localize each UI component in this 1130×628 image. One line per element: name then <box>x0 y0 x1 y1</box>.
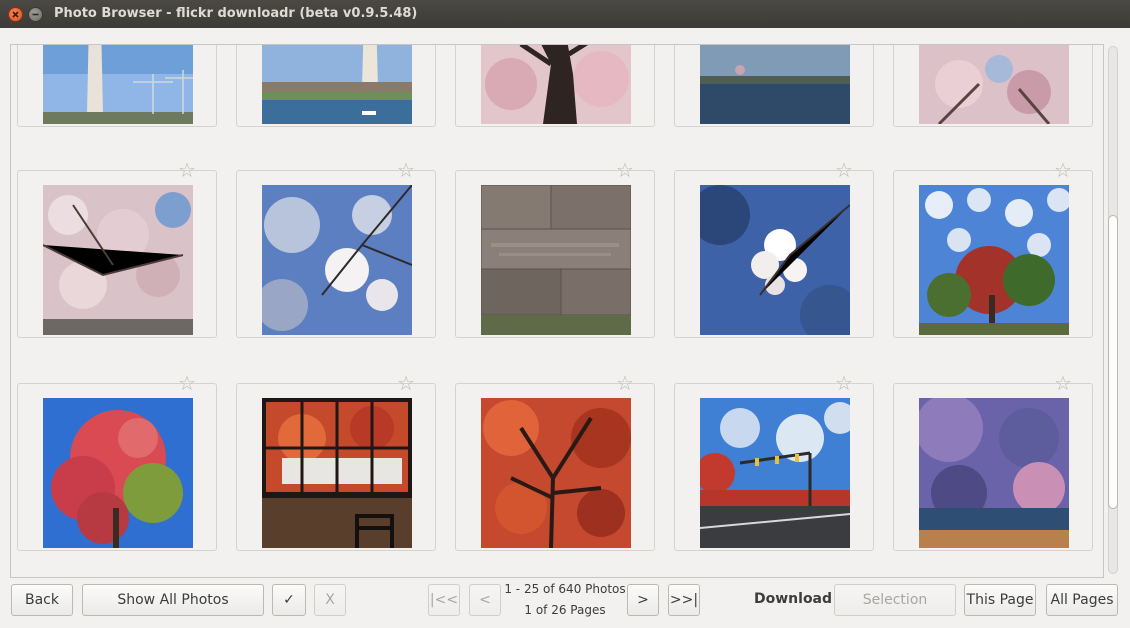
star-outline-icon[interactable]: ☆ <box>615 160 635 180</box>
photo-thumbnail[interactable] <box>43 45 193 124</box>
star-outline-icon[interactable]: ☆ <box>396 160 416 180</box>
download-label: Download <box>754 591 833 607</box>
star-outline-icon[interactable]: ☆ <box>396 373 416 393</box>
pages-label: 1 of 26 Pages <box>524 603 606 617</box>
photo-grid[interactable]: ☆ ☆ ☆ ☆ ☆ ☆ ☆ ☆ ☆ ☆ <box>10 44 1104 578</box>
photo-thumbnail[interactable] <box>919 185 1069 335</box>
photo-card[interactable]: ☆ <box>674 373 874 551</box>
photos-range-label: 1 - 25 of 640 Photos <box>504 582 626 596</box>
photo-thumbnail[interactable] <box>262 398 412 548</box>
photo-card[interactable]: ☆ <box>17 160 217 338</box>
window-title: Photo Browser - flickr downloadr (beta v… <box>54 6 418 21</box>
star-outline-icon[interactable]: ☆ <box>177 160 197 180</box>
photo-thumbnail[interactable] <box>481 185 631 335</box>
photo-thumbnail[interactable] <box>481 45 631 124</box>
photo-card[interactable]: ☆ <box>455 373 655 551</box>
photo-thumbnail[interactable] <box>700 45 850 124</box>
photo-card[interactable]: ☆ <box>674 160 874 338</box>
photo-card[interactable]: ☆ <box>17 373 217 551</box>
back-button[interactable]: Back <box>11 584 73 616</box>
star-outline-icon[interactable]: ☆ <box>1053 373 1073 393</box>
select-all-button[interactable]: ✓ <box>272 584 306 616</box>
title-bar: Photo Browser - flickr downloadr (beta v… <box>0 0 1130 28</box>
photo-card[interactable]: ☆ <box>893 373 1093 551</box>
next-page-button[interactable]: > <box>627 584 659 616</box>
previous-page-button[interactable]: < <box>469 584 501 616</box>
photo-card[interactable] <box>674 45 874 127</box>
download-selection-button[interactable]: Selection <box>834 584 956 616</box>
vertical-scrollbar[interactable] <box>1104 44 1122 576</box>
star-outline-icon[interactable]: ☆ <box>177 373 197 393</box>
photo-card[interactable]: ☆ <box>236 373 436 551</box>
photo-thumbnail[interactable] <box>262 45 412 124</box>
photo-card[interactable]: ☆ <box>236 160 436 338</box>
photo-thumbnail[interactable] <box>481 398 631 548</box>
scrollbar-thumb[interactable] <box>1108 215 1118 509</box>
minimize-icon[interactable] <box>28 7 43 22</box>
photo-card[interactable]: ☆ <box>893 160 1093 338</box>
photo-thumbnail[interactable] <box>919 45 1069 124</box>
photo-thumbnail[interactable] <box>700 185 850 335</box>
star-outline-icon[interactable]: ☆ <box>615 373 635 393</box>
photo-card[interactable]: ☆ <box>455 160 655 338</box>
photo-card[interactable] <box>455 45 655 127</box>
photo-thumbnail[interactable] <box>919 398 1069 548</box>
photo-card[interactable] <box>893 45 1093 127</box>
photo-card[interactable] <box>236 45 436 127</box>
download-all-pages-button[interactable]: All Pages <box>1046 584 1118 616</box>
photo-thumbnail[interactable] <box>700 398 850 548</box>
first-page-button[interactable]: |<< <box>428 584 460 616</box>
show-all-photos-button[interactable]: Show All Photos <box>82 584 264 616</box>
photo-thumbnail[interactable] <box>43 398 193 548</box>
deselect-button[interactable]: X <box>314 584 346 616</box>
close-icon[interactable] <box>8 7 23 22</box>
photo-thumbnail[interactable] <box>43 185 193 335</box>
download-this-page-button[interactable]: This Page <box>964 584 1036 616</box>
star-outline-icon[interactable]: ☆ <box>834 160 854 180</box>
last-page-button[interactable]: >>| <box>668 584 700 616</box>
star-outline-icon[interactable]: ☆ <box>1053 160 1073 180</box>
photo-card[interactable] <box>17 45 217 127</box>
star-outline-icon[interactable]: ☆ <box>834 373 854 393</box>
photo-thumbnail[interactable] <box>262 185 412 335</box>
